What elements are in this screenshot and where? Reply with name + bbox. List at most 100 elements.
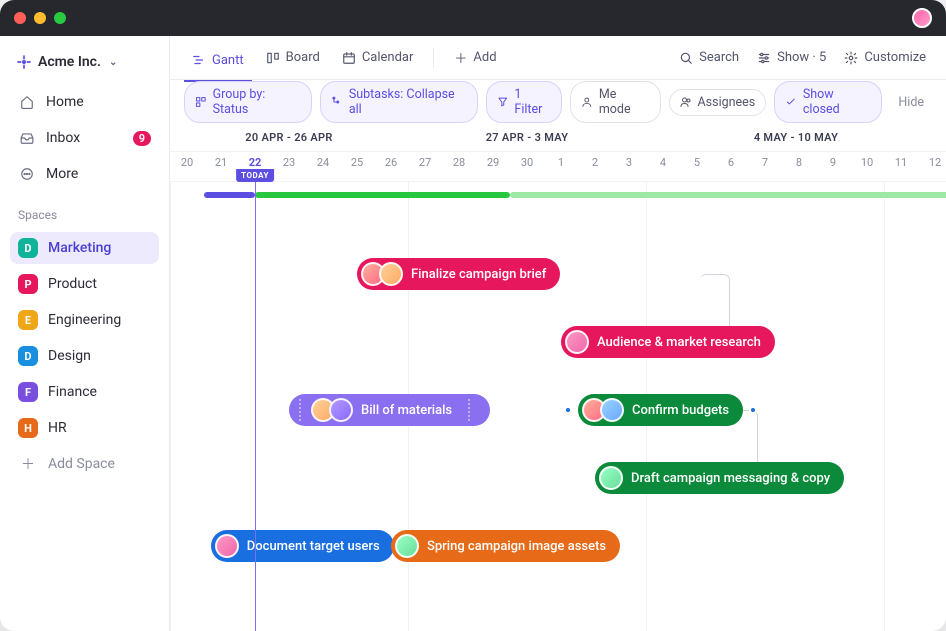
tab-board-label: Board — [286, 50, 320, 65]
day-cell[interactable]: 1 — [544, 152, 578, 181]
day-cell[interactable]: 30 — [510, 152, 544, 181]
assignee-avatar — [395, 534, 419, 558]
space-engineering[interactable]: E Engineering — [10, 304, 159, 336]
day-cell[interactable]: 3 — [612, 152, 646, 181]
task-audience[interactable]: Audience & market research — [561, 326, 775, 358]
add-space-button[interactable]: ＋ Add Space — [10, 448, 159, 480]
show-button[interactable]: Show · 5 — [751, 46, 832, 69]
space-label: Product — [48, 276, 97, 292]
drag-handle-icon[interactable] — [297, 399, 303, 421]
assignee-avatar — [379, 262, 403, 286]
nav-more-label: More — [46, 166, 78, 182]
task-bom[interactable]: Bill of materials — [289, 394, 490, 426]
space-hr[interactable]: H HR — [10, 412, 159, 444]
hide-filters-button[interactable]: Hide — [890, 91, 932, 114]
selection-handle[interactable] — [749, 406, 757, 414]
day-cell[interactable]: 7 — [748, 152, 782, 181]
day-cell[interactable]: 28 — [442, 152, 476, 181]
space-finance[interactable]: F Finance — [10, 376, 159, 408]
day-cell[interactable]: 27 — [408, 152, 442, 181]
day-cell[interactable]: 21 — [204, 152, 238, 181]
calendar-icon — [342, 51, 356, 65]
space-label: Finance — [48, 384, 97, 400]
tab-gantt-label: Gantt — [212, 53, 244, 68]
task-document[interactable]: Document target users — [211, 530, 394, 562]
customize-button[interactable]: Customize — [838, 46, 932, 69]
task-budgets[interactable]: Confirm budgets — [578, 394, 743, 426]
tab-calendar[interactable]: Calendar — [334, 44, 422, 71]
search-label: Search — [699, 50, 739, 65]
task-messaging[interactable]: Draft campaign messaging & copy — [595, 462, 844, 494]
space-label: Engineering — [48, 312, 121, 328]
space-badge: E — [18, 310, 38, 330]
day-cell[interactable]: 24 — [306, 152, 340, 181]
today-tag: TODAY — [236, 169, 274, 182]
tab-gantt[interactable]: Gantt — [184, 47, 252, 82]
day-cell[interactable]: 2 — [578, 152, 612, 181]
show-label: Show · 5 — [777, 50, 826, 65]
chip-show-closed[interactable]: Show closed — [774, 81, 882, 123]
task-label: Finalize campaign brief — [411, 267, 546, 282]
progress-segment — [510, 192, 946, 198]
task-label: Bill of materials — [361, 403, 452, 418]
user-avatar[interactable] — [912, 8, 932, 28]
minimize-window[interactable] — [34, 12, 46, 24]
day-cell[interactable]: 29 — [476, 152, 510, 181]
task-finalize[interactable]: Finalize campaign brief — [357, 258, 560, 290]
workspace-switcher[interactable]: Acme Inc. ⌄ — [10, 50, 159, 74]
day-cell[interactable]: 20 — [170, 152, 204, 181]
task-assets[interactable]: Spring campaign image assets — [391, 530, 620, 562]
drag-handle-icon[interactable] — [466, 399, 472, 421]
filter-icon — [497, 96, 509, 108]
day-cell[interactable]: 23 — [272, 152, 306, 181]
chip-me-mode[interactable]: Me mode — [570, 81, 660, 123]
more-icon — [18, 165, 36, 183]
search-icon — [679, 51, 693, 65]
main-panel: Gantt Board Calendar ＋ Add — [170, 36, 946, 631]
plus-icon: ＋ — [454, 48, 467, 67]
day-cell[interactable]: 11 — [884, 152, 918, 181]
day-cell[interactable]: 25 — [340, 152, 374, 181]
day-cell[interactable]: 26 — [374, 152, 408, 181]
nav-more[interactable]: More — [10, 158, 159, 190]
space-design[interactable]: D Design — [10, 340, 159, 372]
timeline: 20 APR - 26 APR 27 APR - 3 MAY 4 MAY - 1… — [170, 124, 946, 631]
titlebar — [0, 0, 946, 36]
assignees-label: Assignees — [698, 95, 756, 110]
day-cell[interactable]: 6 — [714, 152, 748, 181]
chip-group-by[interactable]: Group by: Status — [184, 81, 312, 123]
space-badge: D — [18, 238, 38, 258]
tab-board[interactable]: Board — [258, 44, 328, 71]
space-marketing[interactable]: D Marketing — [10, 232, 159, 264]
day-cell[interactable]: 22TODAY — [238, 152, 272, 181]
maximize-window[interactable] — [54, 12, 66, 24]
nav-inbox[interactable]: Inbox 9 — [10, 122, 159, 154]
assignee-avatar — [329, 398, 353, 422]
day-cell[interactable]: 5 — [680, 152, 714, 181]
task-connector — [700, 274, 730, 334]
space-badge: F — [18, 382, 38, 402]
search-button[interactable]: Search — [673, 46, 745, 69]
task-label: Spring campaign image assets — [427, 539, 606, 554]
window-controls — [14, 12, 66, 24]
inbox-icon — [18, 129, 36, 147]
nav-home[interactable]: Home — [10, 86, 159, 118]
day-cell[interactable]: 10 — [850, 152, 884, 181]
close-window[interactable] — [14, 12, 26, 24]
group-icon — [195, 96, 207, 108]
day-cell[interactable]: 4 — [646, 152, 680, 181]
space-product[interactable]: P Product — [10, 268, 159, 300]
chip-subtasks[interactable]: Subtasks: Collapse all — [320, 81, 478, 123]
me-mode-label: Me mode — [599, 87, 650, 117]
chip-filter[interactable]: 1 Filter — [486, 81, 562, 123]
add-view-button[interactable]: ＋ Add — [446, 42, 504, 73]
gear-icon — [844, 51, 858, 65]
chip-assignees[interactable]: Assignees — [669, 89, 767, 116]
subtasks-label: Subtasks: Collapse all — [349, 87, 467, 117]
day-cell[interactable]: 9 — [816, 152, 850, 181]
selection-handle[interactable] — [564, 406, 572, 414]
task-budgets-wrapper: Confirm budgets — [578, 394, 743, 426]
week-header: 20 APR - 26 APR 27 APR - 3 MAY 4 MAY - 1… — [170, 124, 946, 152]
day-cell[interactable]: 12 — [918, 152, 946, 181]
day-cell[interactable]: 8 — [782, 152, 816, 181]
